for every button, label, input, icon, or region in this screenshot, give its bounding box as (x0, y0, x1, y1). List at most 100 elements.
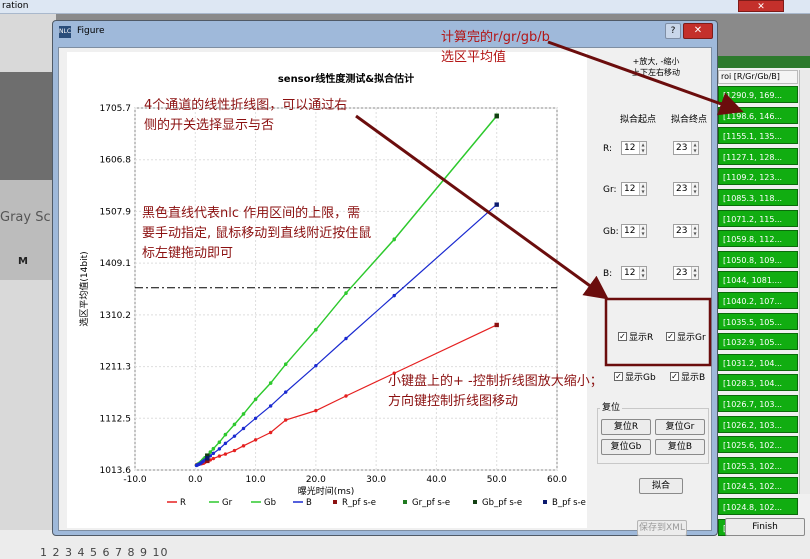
roi-panel-header-strip (716, 56, 810, 68)
roi-list-item[interactable]: [1025.3, 102... (718, 456, 798, 474)
check-icon[interactable]: ✓ (614, 372, 623, 381)
show-gr-checkbox[interactable]: ✓ 显示Gr (666, 330, 706, 343)
roi-list-item[interactable]: [1044, 1081.... (718, 271, 798, 289)
gb-fit-end-spinbox[interactable]: 23 ▲ ▼ (673, 224, 699, 238)
x-tick-label: 50.0 (487, 475, 507, 485)
b-fit-start-spinbox[interactable]: 12 ▲ ▼ (621, 266, 647, 280)
data-point-gb (392, 237, 396, 242)
save-to-xml-button[interactable]: 保存到XML (637, 520, 687, 536)
roi-scrollbar[interactable] (799, 70, 810, 494)
spin-arrows-icon[interactable]: ▲ ▼ (691, 267, 698, 279)
gr-fit-end-spinbox[interactable]: 23 ▲ ▼ (673, 182, 699, 196)
app-logo-icon: NLC (59, 26, 71, 38)
data-point-r (223, 452, 228, 456)
roi-list-item[interactable]: [1155.1, 135... (718, 127, 798, 145)
roi-list-item[interactable]: [1026.2, 103... (718, 415, 798, 433)
roi-list-item[interactable]: [1035.5, 105... (718, 312, 798, 330)
figure-title: Figure (77, 26, 105, 36)
b-fit-end-spinbox[interactable]: 23 ▲ ▼ (673, 266, 699, 280)
legend-marker (543, 500, 547, 504)
spin-arrows-icon[interactable]: ▲ ▼ (691, 183, 698, 195)
roi-list-item[interactable]: [1050.8, 109... (718, 250, 798, 268)
reset-r-button[interactable]: 复位R (601, 419, 651, 435)
roi-list-item[interactable]: [1127.1, 128... (718, 147, 798, 165)
roi-list-item[interactable]: [1290.9, 169... (718, 86, 798, 103)
background-bottom-text: 1 2 3 4 5 6 7 8 9 10 (40, 546, 169, 559)
annotation-nlc-limit: 黑色直线代表nlc 作用区间的上限，需 要手动指定, 鼠标移动到直线附近按住鼠 … (142, 206, 372, 261)
background-m-label: M (18, 256, 28, 267)
roi-list-item[interactable]: [1025.6, 102... (718, 436, 798, 454)
spin-arrows-icon[interactable]: ▲ ▼ (639, 142, 646, 154)
figure-titlebar[interactable]: NLC Figure ? ✕ (53, 21, 717, 43)
y-tick-label: 1310.2 (100, 311, 132, 321)
roi-column-header[interactable]: roi [R/Gr/Gb/B] (718, 70, 798, 84)
spin-arrows-icon[interactable]: ▲ ▼ (639, 183, 646, 195)
data-point-gb (223, 433, 228, 437)
annotation-keyboard: 小键盘上的+ -控制折线图放大缩小； 方向键控制折线图移动 (388, 374, 603, 409)
roi-list-item[interactable]: [1024.8, 102... (718, 498, 798, 515)
help-button[interactable]: ? (665, 23, 681, 39)
roi-list-item[interactable]: [1026.7, 103... (718, 395, 798, 412)
show-r-checkbox[interactable]: ✓ 显示R (618, 330, 653, 343)
data-point-b (268, 404, 273, 408)
close-button[interactable]: ✕ (683, 23, 713, 39)
r-fit-start-spinbox[interactable]: 12 ▲ ▼ (621, 141, 647, 155)
reset-b-button[interactable]: 复位B (655, 439, 705, 455)
legend-label: B (306, 498, 312, 508)
roi-list-item[interactable]: [1071.2, 115... (718, 209, 798, 227)
roi-list-item[interactable]: [1040.2, 107... (718, 292, 798, 309)
data-point-gb (253, 397, 258, 402)
x-tick-label: 60.0 (547, 475, 567, 485)
data-point-b (241, 426, 246, 431)
legend-label: R_pf s-e (342, 498, 376, 508)
roi-list-item[interactable]: [1024.5, 102... (718, 477, 798, 495)
data-point-gb (232, 422, 237, 427)
finish-button[interactable]: Finish (725, 518, 805, 536)
zoom-hint-line-2: 上下左右移动 (632, 68, 680, 77)
background-close-button[interactable]: ✕ (738, 0, 784, 12)
fit-endpoint-marker (494, 322, 499, 328)
data-point-gb (284, 362, 288, 367)
roi-list-item[interactable]: [1109.2, 123... (718, 168, 798, 186)
roi-list-item[interactable]: [1032.9, 105... (718, 333, 798, 351)
data-point-b (344, 336, 348, 341)
reset-gb-button[interactable]: 复位Gb (601, 439, 651, 455)
chart-title: sensor线性度测试&拟合估计 (278, 72, 414, 85)
channel-label-gb: Gb: (603, 227, 619, 237)
check-icon[interactable]: ✓ (666, 332, 675, 341)
y-tick-label: 1606.8 (100, 156, 132, 166)
reset-group (597, 408, 709, 464)
data-point-r (268, 430, 273, 435)
reset-gr-button[interactable]: 复位Gr (655, 419, 705, 435)
y-tick-label: 1112.5 (100, 414, 132, 424)
check-icon[interactable]: ✓ (670, 372, 679, 381)
roi-list-item[interactable]: [1198.6, 146... (718, 106, 798, 124)
roi-list-item[interactable]: [1059.8, 112... (718, 230, 798, 248)
legend-label: B_pf s-e (552, 498, 586, 508)
roi-list-item[interactable]: [1031.2, 104... (718, 353, 798, 371)
roi-results-panel: roi [R/Gr/Gb/B] [1290.9, 169... [1198.6, … (715, 56, 810, 536)
r-fit-end-spinbox[interactable]: 23 ▲ ▼ (673, 141, 699, 155)
spin-arrows-icon[interactable]: ▲ ▼ (691, 225, 698, 237)
zoom-hint: +放大, -缩小 上下左右移动 (611, 56, 701, 78)
legend-marker (403, 500, 407, 504)
zoom-hint-line-1: +放大, -缩小 (632, 57, 680, 66)
fit-button[interactable]: 拟合 (639, 478, 683, 494)
x-axis-label: 曝光时间(ms) (298, 485, 354, 497)
legend-label: Gb_pf s-e (482, 498, 522, 508)
legend-marker (473, 500, 477, 504)
spin-arrows-icon[interactable]: ▲ ▼ (639, 225, 646, 237)
check-icon[interactable]: ✓ (618, 332, 627, 341)
roi-list-item[interactable]: [1028.3, 104... (718, 374, 798, 392)
show-gb-checkbox[interactable]: ✓ 显示Gb (614, 370, 656, 383)
spin-arrows-icon[interactable]: ▲ ▼ (691, 142, 698, 154)
spin-arrows-icon[interactable]: ▲ ▼ (639, 267, 646, 279)
data-point-r (284, 418, 288, 422)
background-window-title: ration (2, 1, 29, 11)
roi-list-item[interactable]: [1085.3, 118... (718, 189, 798, 206)
fit-endpoint-marker (494, 114, 499, 119)
gb-fit-start-spinbox[interactable]: 12 ▲ ▼ (621, 224, 647, 238)
data-point-gb (208, 450, 213, 454)
gr-fit-start-spinbox[interactable]: 12 ▲ ▼ (621, 182, 647, 196)
show-b-checkbox[interactable]: ✓ 显示B (670, 370, 705, 383)
